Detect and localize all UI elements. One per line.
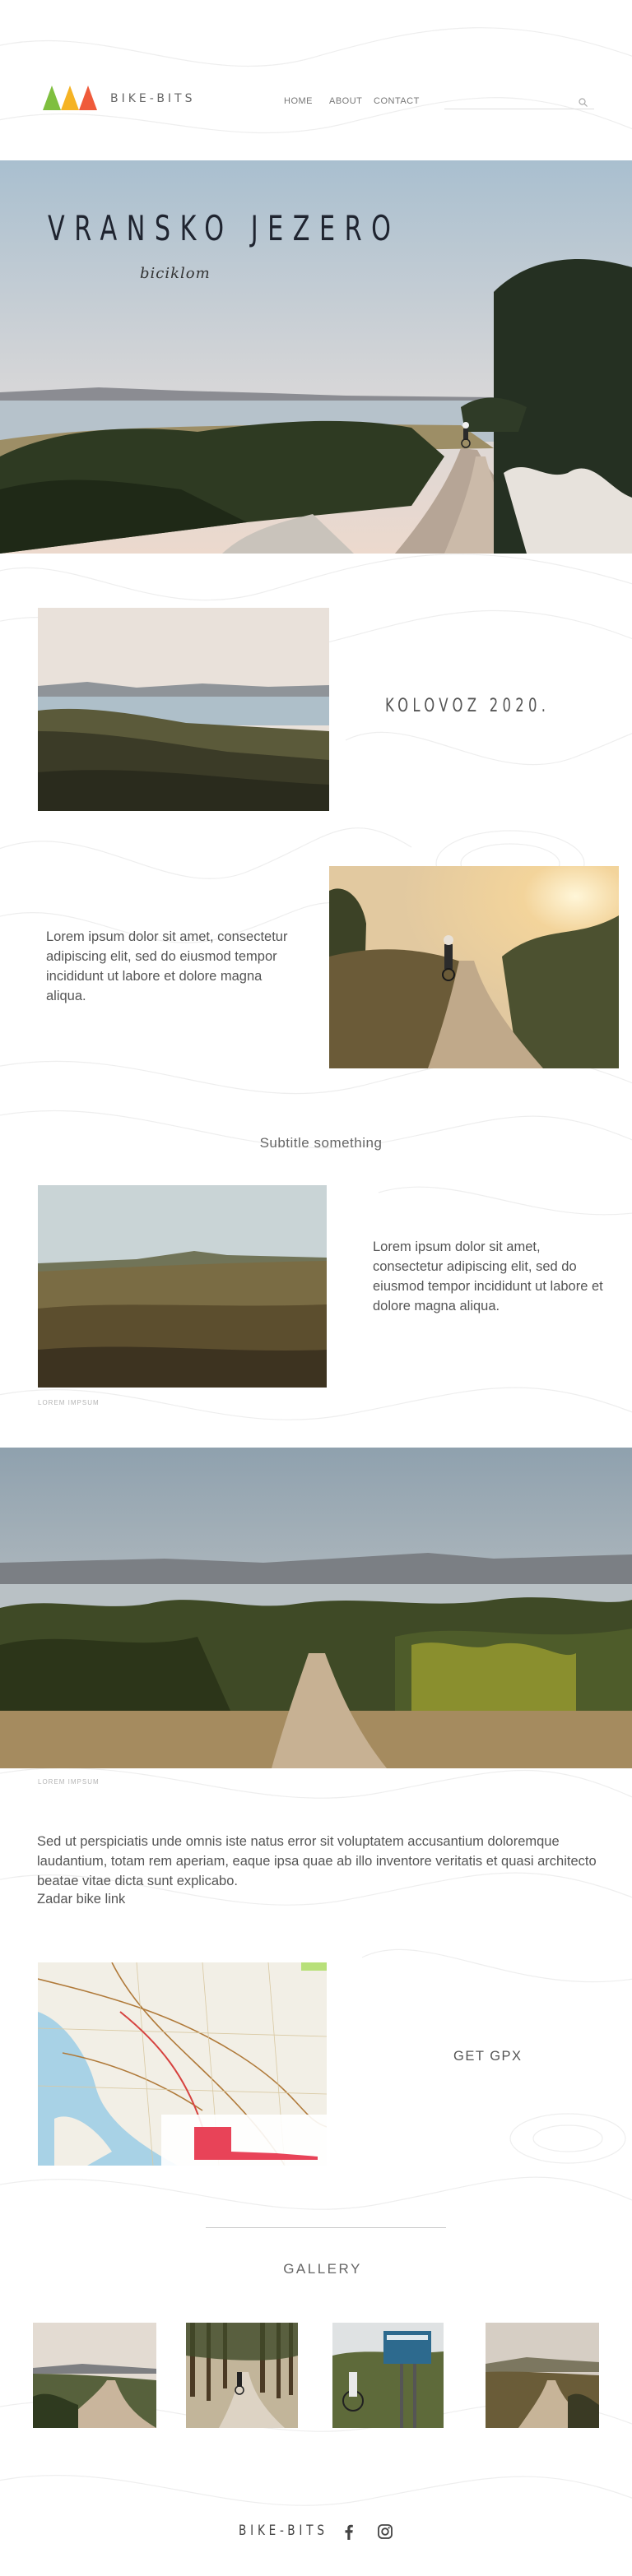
search-icon[interactable]	[578, 97, 589, 109]
logo-triangle-yellow	[61, 86, 79, 110]
nav-home[interactable]: HOME	[284, 96, 313, 106]
facebook-icon[interactable]	[340, 2523, 358, 2541]
zadar-bike-link[interactable]: Zadar bike link	[37, 1892, 125, 1907]
hero-title: VRANSKO JEZERO	[48, 208, 401, 248]
wide-orchard-photo	[0, 1448, 632, 1768]
gallery-item[interactable]	[332, 2323, 444, 2428]
nav-about[interactable]: ABOUT	[329, 96, 362, 106]
hills-photo	[38, 1185, 327, 1388]
gallery-item[interactable]	[33, 2323, 156, 2428]
gallery-title: GALLERY	[283, 2261, 362, 2277]
gallery-divider	[206, 2227, 446, 2228]
get-gpx-button[interactable]: GET GPX	[453, 2049, 523, 2064]
subtitle: Subtitle something	[259, 1135, 383, 1151]
hero-script: biciklom	[140, 265, 211, 282]
hills-caption: LOREM IMPSUM	[38, 1399, 100, 1406]
logo-triangle-red	[79, 86, 97, 110]
instagram-icon[interactable]	[376, 2523, 394, 2541]
lake-photo	[38, 608, 329, 811]
long-paragraph: Sed ut perspiciatis unde omnis iste natu…	[37, 1834, 597, 1888]
brand-name: BIKE-BITS	[110, 92, 196, 105]
gallery-item[interactable]	[186, 2323, 298, 2428]
wide-caption: LOREM IMPSUM	[38, 1778, 100, 1786]
hills-paragraph: Lorem ipsum dolor sit amet, consectetur …	[373, 1239, 603, 1313]
gallery-item[interactable]	[486, 2323, 599, 2428]
footer-brand: BIKE-BITS	[239, 2523, 328, 2539]
logo-triangle-green	[43, 86, 61, 110]
rider-sunset-photo	[329, 866, 619, 1068]
intro-paragraph: Lorem ipsum dolor sit amet, consectetur …	[46, 929, 288, 1003]
nav-contact[interactable]: CONTACT	[374, 96, 420, 106]
date-label: KOLOVOZ 2020.	[385, 696, 551, 716]
route-map[interactable]	[38, 1962, 327, 2166]
